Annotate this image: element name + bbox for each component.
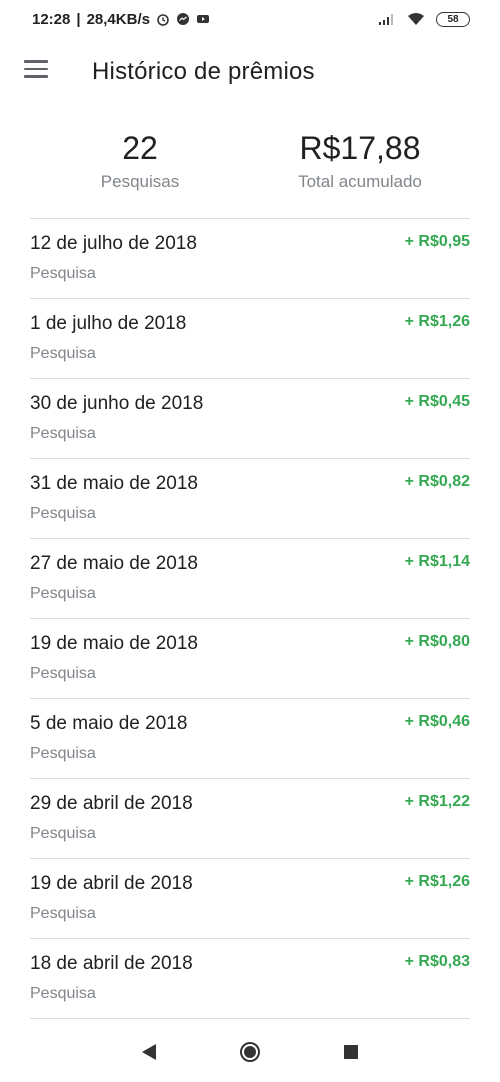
reward-type: Pesquisa — [30, 425, 96, 442]
clock: 12:28 — [32, 10, 71, 28]
reward-date: 19 de abril de 2018 — [30, 873, 193, 894]
reward-date: 31 de maio de 2018 — [30, 473, 198, 494]
reward-amount: + R$1,26 — [404, 873, 470, 890]
back-icon[interactable] — [142, 1044, 156, 1060]
status-bar-right: 58 — [378, 11, 470, 27]
messenger-icon — [176, 13, 189, 25]
reward-type: Pesquisa — [30, 825, 96, 842]
recents-icon[interactable] — [344, 1045, 358, 1059]
total-stat: R$17,88 Total acumulado — [270, 126, 450, 192]
reward-date: 27 de maio de 2018 — [30, 553, 198, 574]
reward-date: 1 de julho de 2018 — [30, 313, 187, 334]
home-icon[interactable] — [240, 1042, 260, 1062]
reward-type: Pesquisa — [30, 585, 96, 602]
reward-amount: + R$1,14 — [404, 553, 470, 570]
system-nav-bar — [0, 1022, 500, 1082]
list-item[interactable]: 5 de maio de 2018 Pesquisa + R$0,46 — [30, 699, 470, 779]
reward-type: Pesquisa — [30, 345, 96, 362]
reward-amount: + R$0,82 — [404, 473, 470, 490]
list-item[interactable]: 12 de julho de 2018 Pesquisa + R$0,95 — [30, 219, 470, 299]
reward-date: 30 de junho de 2018 — [30, 393, 204, 414]
reward-amount: + R$1,26 — [404, 313, 470, 330]
list-item[interactable]: 29 de abril de 2018 Pesquisa + R$1,22 — [30, 779, 470, 859]
reward-date: 18 de abril de 2018 — [30, 953, 193, 974]
list-item[interactable]: 30 de junho de 2018 Pesquisa + R$0,45 — [30, 379, 470, 459]
surveys-label: Pesquisas — [100, 172, 180, 191]
reward-type: Pesquisa — [30, 505, 96, 522]
battery-level: 58 — [447, 13, 459, 25]
page-title: Histórico de prêmios — [92, 58, 315, 85]
reward-date: 29 de abril de 2018 — [30, 793, 193, 814]
summary: 22 Pesquisas R$17,88 Total acumulado — [0, 126, 500, 206]
surveys-stat: 22 Pesquisas — [80, 126, 200, 192]
reward-date: 5 de maio de 2018 — [30, 713, 188, 734]
list-item[interactable]: 19 de maio de 2018 Pesquisa + R$0,80 — [30, 619, 470, 699]
reward-type: Pesquisa — [30, 905, 96, 922]
menu-icon[interactable] — [24, 60, 48, 80]
reward-amount: + R$1,22 — [404, 793, 470, 810]
rewards-list: 12 de julho de 2018 Pesquisa + R$0,95 1 … — [30, 219, 470, 1019]
reward-type: Pesquisa — [30, 985, 96, 1002]
reward-date: 12 de julho de 2018 — [30, 233, 197, 254]
reward-date: 19 de maio de 2018 — [30, 633, 198, 654]
list-item[interactable]: 19 de abril de 2018 Pesquisa + R$1,26 — [30, 859, 470, 939]
list-item[interactable]: 1 de julho de 2018 Pesquisa + R$1,26 — [30, 299, 470, 379]
list-item[interactable]: 31 de maio de 2018 Pesquisa + R$0,82 — [30, 459, 470, 539]
reward-type: Pesquisa — [30, 665, 96, 682]
youtube-icon — [196, 15, 209, 23]
reward-amount: + R$0,80 — [404, 633, 470, 650]
reward-type: Pesquisa — [30, 745, 96, 762]
alarm-icon — [157, 14, 169, 26]
list-item[interactable]: 27 de maio de 2018 Pesquisa + R$1,14 — [30, 539, 470, 619]
reward-amount: + R$0,95 — [404, 233, 470, 250]
signal-icon — [379, 14, 393, 25]
reward-amount: + R$0,46 — [404, 713, 470, 730]
total-amount: R$17,88 — [299, 130, 421, 166]
wifi-icon — [408, 13, 424, 25]
total-label: Total acumulado — [298, 172, 422, 191]
reward-amount: + R$0,45 — [404, 393, 470, 410]
network-speed: 28,4KB/s — [86, 10, 150, 28]
battery-icon: 58 — [436, 11, 470, 27]
reward-type: Pesquisa — [30, 265, 96, 282]
reward-amount: + R$0,83 — [404, 953, 470, 970]
status-bar: 12:28 | 28,4KB/s 58 — [0, 0, 500, 38]
list-item[interactable]: 18 de abril de 2018 Pesquisa + R$0,83 — [30, 939, 470, 1019]
separator: | — [76, 10, 81, 28]
app-bar: Histórico de prêmios — [0, 40, 500, 104]
surveys-count: 22 — [122, 130, 158, 166]
status-bar-left: 12:28 | 28,4KB/s — [32, 11, 210, 28]
